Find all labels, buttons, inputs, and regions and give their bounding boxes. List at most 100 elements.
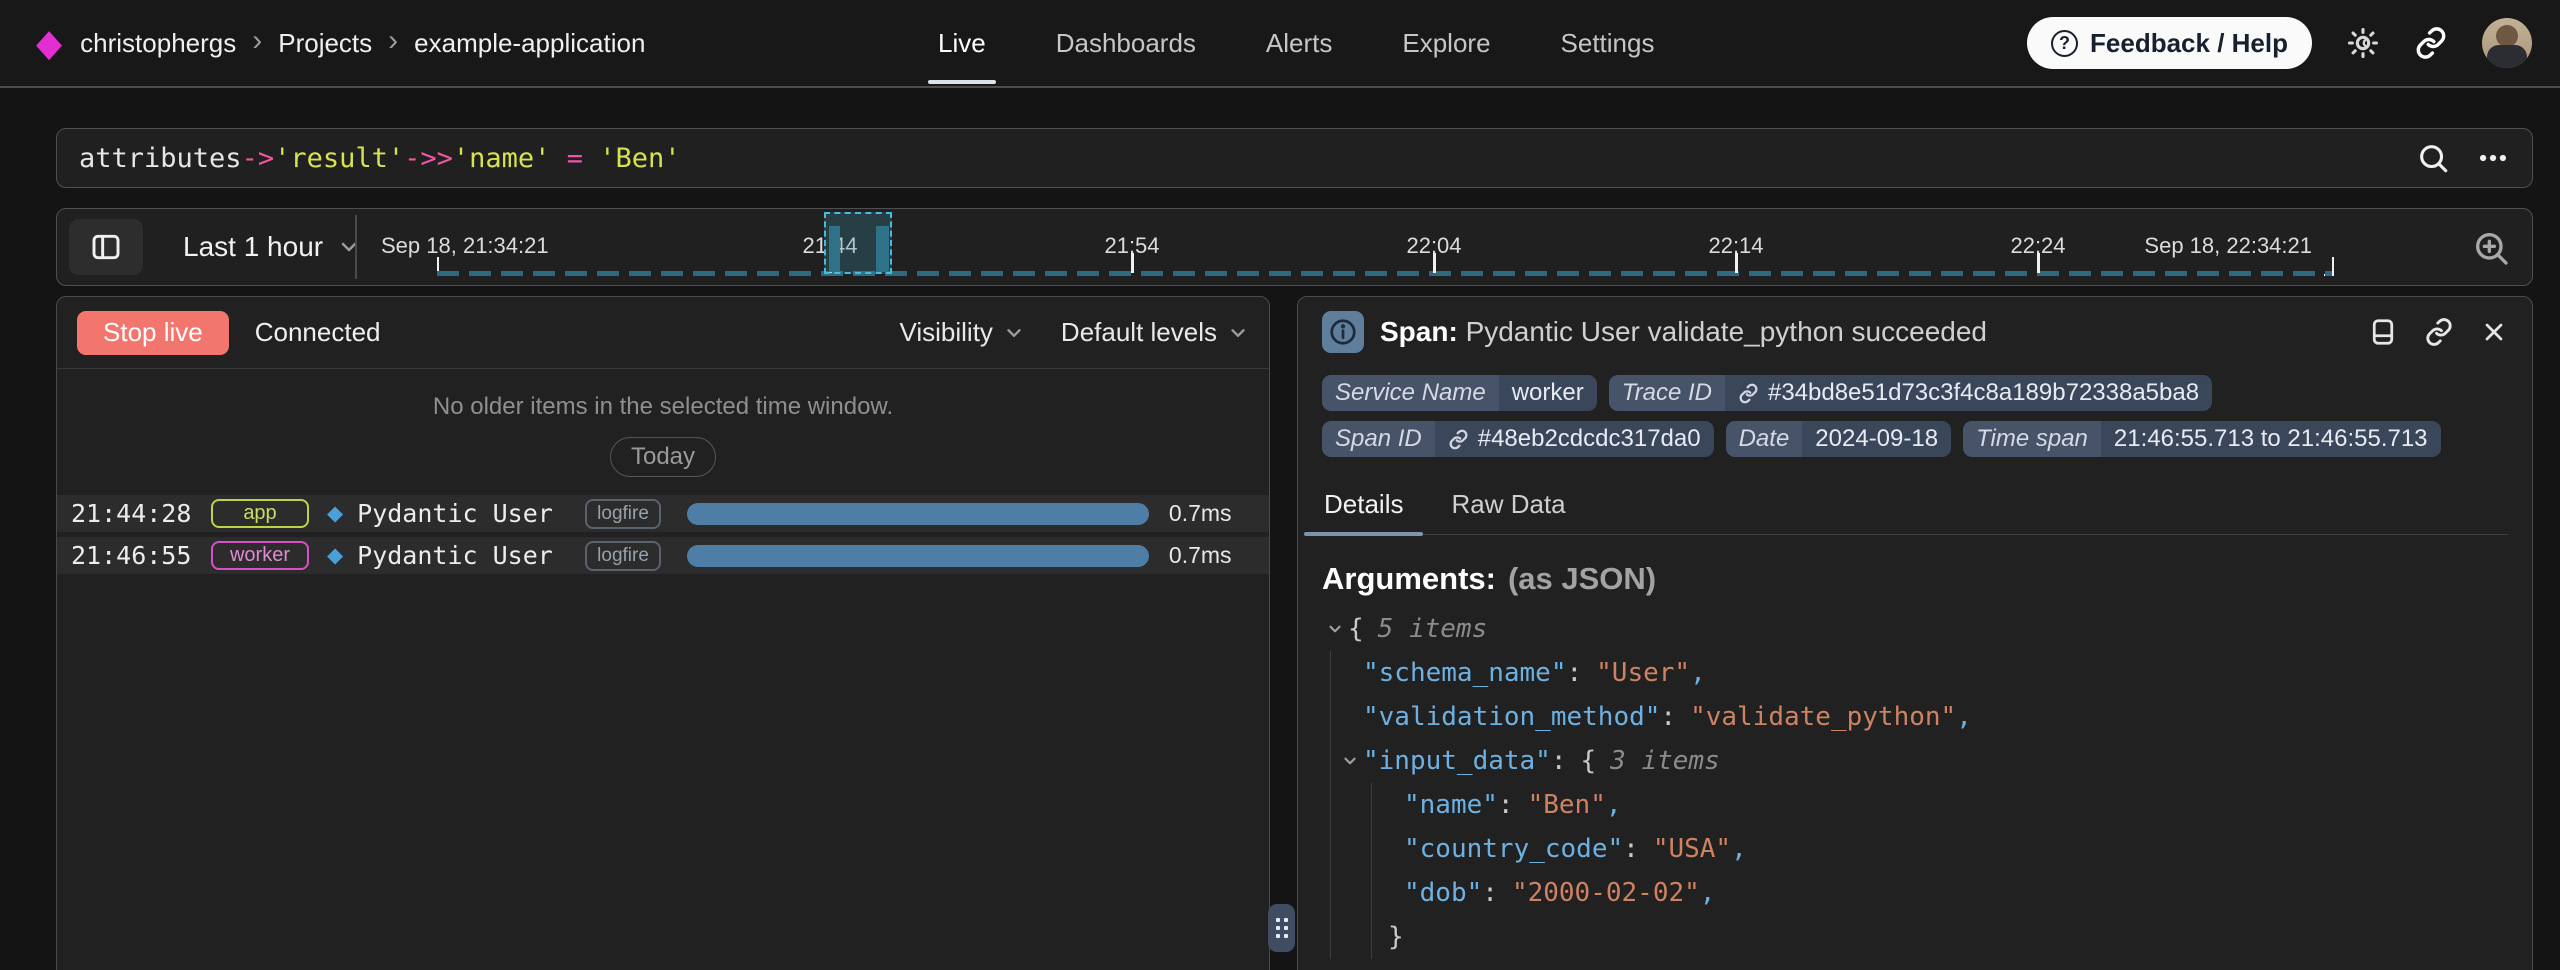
json-nested-block: "name":"Ben", "country_code":"USA", "dob…: [1371, 783, 2508, 959]
dock-panel-icon[interactable]: [2368, 317, 2398, 347]
arguments-json-tree: { 5 items "schema_name":"User", "validat…: [1322, 607, 2508, 959]
live-view-controls: Visibility Default levels: [899, 317, 1249, 348]
json-colon: :: [1567, 651, 1583, 695]
badge-value: 21:46:55.713 to 21:46:55.713: [2101, 421, 2441, 457]
share-link-icon[interactable]: [2414, 26, 2448, 60]
json-open-brace: {: [1581, 739, 1597, 783]
info-icon: [1322, 311, 1364, 353]
tab-live[interactable]: Live: [938, 0, 986, 86]
chevron-down-icon: [1003, 322, 1025, 344]
span-duration-bar: [687, 545, 1149, 567]
query-operator: ->>: [404, 143, 453, 174]
json-colon: :: [1660, 695, 1676, 739]
empty-state: No older items in the selected time wind…: [57, 369, 1269, 477]
json-key: "input_data": [1363, 739, 1551, 783]
timeline-bar: Last 1 hour Sep 18, 21:34:21 Sep 18, 22:…: [56, 208, 2533, 286]
timeline-selection-window[interactable]: [824, 212, 892, 274]
breadcrumb-project-name[interactable]: example-application: [414, 28, 645, 59]
span-detail-title: Span: Pydantic User validate_python succ…: [1380, 316, 1987, 348]
span-title-text: Pydantic User validate_python succeeded: [1466, 316, 1987, 347]
timeline-tick: [2037, 253, 2040, 273]
feedback-help-label: Feedback / Help: [2090, 28, 2288, 59]
tab-explore[interactable]: Explore: [1402, 0, 1490, 86]
logfire-logo-icon[interactable]: ◆: [36, 24, 62, 62]
span-label: Span:: [1380, 316, 1458, 347]
json-close-line: }: [1404, 915, 2508, 959]
user-avatar[interactable]: [2482, 18, 2532, 68]
json-object-line: "input_data":{ 3 items: [1363, 739, 2508, 783]
tab-details[interactable]: Details: [1322, 479, 1405, 534]
query-key: 'name': [453, 143, 551, 174]
time-range-label: Last 1 hour: [183, 231, 323, 263]
tab-settings[interactable]: Settings: [1561, 0, 1655, 86]
time-range-selector[interactable]: Last 1 hour: [183, 209, 361, 285]
badge-value: 2024-09-18: [1802, 421, 1951, 457]
scope-badge: logfire: [585, 541, 661, 571]
tab-dashboards[interactable]: Dashboards: [1056, 0, 1196, 86]
feedback-help-button[interactable]: ? Feedback / Help: [2027, 17, 2312, 69]
collapse-chevron-icon[interactable]: [1337, 752, 1363, 770]
chevron-down-icon: [1227, 322, 1249, 344]
arguments-suffix: (as JSON): [1508, 561, 1656, 596]
breadcrumb-projects[interactable]: Projects: [278, 28, 372, 59]
json-item-count: 3 items: [1610, 739, 1720, 783]
stop-live-button[interactable]: Stop live: [77, 311, 229, 355]
json-property: "dob":"2000-02-02",: [1404, 871, 2508, 915]
json-key: "validation_method": [1363, 695, 1660, 739]
tab-raw-data[interactable]: Raw Data: [1449, 479, 1567, 534]
query-expression: attributes->'result'->>'name' = 'Ben': [79, 143, 681, 174]
timeline-histogram-baseline: [437, 271, 2332, 276]
query-operator: ->: [242, 143, 275, 174]
today-button[interactable]: Today: [610, 437, 716, 477]
live-view-header: Stop live Connected Visibility Default l…: [57, 297, 1269, 369]
span-title: Pydantic User: [357, 499, 569, 528]
visibility-dropdown[interactable]: Visibility: [899, 317, 1024, 348]
no-older-items-text: No older items in the selected time wind…: [433, 393, 893, 421]
span-diamond-icon: ◆: [327, 543, 343, 568]
badge-value: #34bd8e51d73c3f4c8a189b72338a5ba8: [1725, 375, 2212, 411]
log-row[interactable]: 21:46:55 worker ◆ Pydantic User logfire …: [57, 537, 1269, 574]
json-comma: ,: [1690, 651, 1706, 695]
log-row[interactable]: 21:44:28 app ◆ Pydantic User logfire 0.7…: [57, 495, 1269, 532]
json-key: "schema_name": [1363, 651, 1567, 695]
search-icon[interactable]: [2416, 141, 2450, 175]
detail-tabs: Details Raw Data: [1322, 479, 2508, 535]
nav-left: ◆ christophergs › Projects › example-app…: [36, 0, 645, 86]
json-value: "User": [1596, 651, 1690, 695]
connection-status: Connected: [255, 317, 381, 348]
sidebar-toggle-button[interactable]: [69, 219, 143, 275]
log-timestamp: 21:44:28: [71, 499, 193, 528]
arguments-heading: Arguments:(as JSON): [1322, 561, 2508, 597]
close-icon[interactable]: [2480, 318, 2508, 346]
main-content: Stop live Connected Visibility Default l…: [56, 296, 2533, 970]
json-comma: ,: [1606, 783, 1622, 827]
query-field: attributes: [79, 143, 242, 174]
span-duration-label: 0.7ms: [1169, 542, 1232, 569]
default-levels-dropdown[interactable]: Default levels: [1061, 317, 1249, 348]
collapse-chevron-icon[interactable]: [1322, 620, 1348, 638]
timeline-zoom-in-icon[interactable]: [2468, 225, 2514, 271]
span-duration-label: 0.7ms: [1169, 500, 1232, 527]
panel-resize-handle[interactable]: [1268, 904, 1295, 952]
query-input[interactable]: attributes->'result'->>'name' = 'Ben': [56, 128, 2533, 188]
query-key: 'result': [274, 143, 404, 174]
span-title: Pydantic User: [357, 541, 569, 570]
timeline-histogram-bar: [876, 226, 889, 272]
nav-right: ? Feedback / Help: [2027, 0, 2532, 86]
more-options-icon[interactable]: [2476, 141, 2510, 175]
badge-label: Service Name: [1322, 375, 1499, 411]
json-colon: :: [1498, 783, 1514, 827]
scope-badge: logfire: [585, 499, 661, 529]
visibility-label: Visibility: [899, 317, 992, 348]
theme-toggle-icon[interactable]: [2346, 26, 2380, 60]
json-property: "country_code":"USA",: [1404, 827, 2508, 871]
span-diamond-icon: ◆: [327, 501, 343, 526]
span-id-badge[interactable]: Span ID #48eb2cdcdc317da0: [1322, 421, 1714, 457]
copy-link-icon[interactable]: [2424, 317, 2454, 347]
tab-alerts[interactable]: Alerts: [1266, 0, 1332, 86]
json-item-count: 5 items: [1378, 607, 1488, 651]
timeline-track[interactable]: Sep 18, 21:34:21 Sep 18, 22:34:21 21:44 …: [377, 209, 2452, 285]
help-circle-icon: ?: [2051, 30, 2078, 57]
trace-id-badge[interactable]: Trace ID #34bd8e51d73c3f4c8a189b72338a5b…: [1609, 375, 2212, 411]
breadcrumb-org[interactable]: christophergs: [80, 28, 236, 59]
